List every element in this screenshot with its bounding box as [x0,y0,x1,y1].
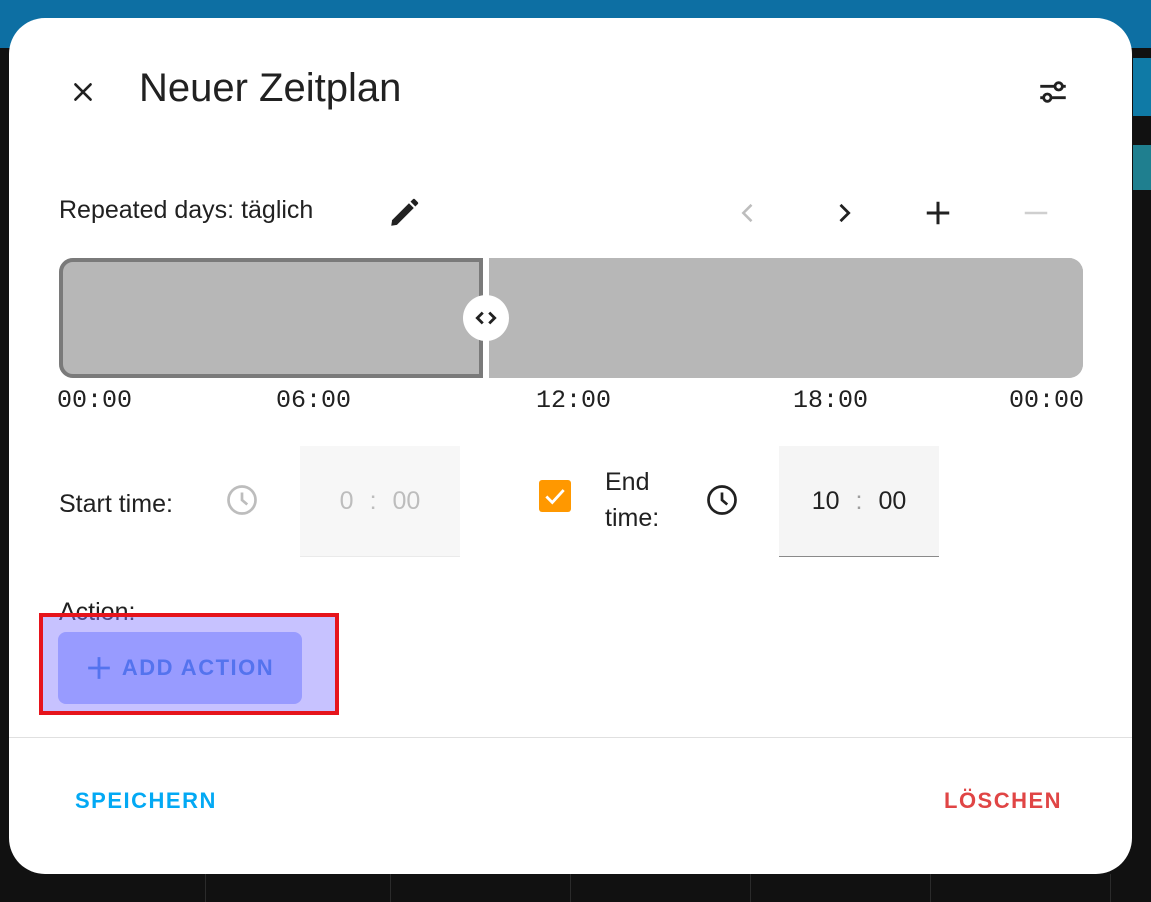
edit-days-button[interactable] [381,190,427,236]
repeated-days-label: Repeated days: täglich [59,196,314,224]
code-arrows-icon [475,311,497,325]
next-slot-button[interactable] [821,190,867,236]
chevron-right-icon [839,203,851,223]
close-icon [74,83,92,101]
save-button[interactable]: SPEICHERN [75,788,217,814]
background-grid-line [750,874,751,902]
timeline-slot[interactable] [489,258,1083,378]
end-time-input[interactable]: 10 : 00 [779,446,939,557]
timeline-tick-label: 12:00 [536,386,612,415]
background-grid-line [570,874,571,902]
timeline-tick-label: 00:00 [1009,386,1085,415]
timeline-tick-label: 06:00 [276,386,352,415]
check-icon [545,489,565,505]
minus-icon [1024,211,1048,215]
footer-divider [9,737,1132,738]
chevron-left-icon [741,203,753,223]
background-accent-block [1133,58,1151,116]
pencil-icon [391,198,419,226]
clock-icon [704,482,740,518]
tune-icon [1040,81,1066,103]
background-grid-line [1110,874,1111,902]
settings-button[interactable] [1031,70,1075,114]
previous-slot-button[interactable] [725,190,771,236]
time-separator: : [369,486,377,515]
background-grid-line [205,874,206,902]
background-grid-line [390,874,391,902]
timeline-slot-selected[interactable] [59,258,483,378]
end-time-label-line: time: [605,504,660,532]
dialog-title: Neuer Zeitplan [139,66,402,110]
add-action-button[interactable]: ADD ACTION [58,632,302,704]
time-separator: : [855,486,863,515]
background-grid-line [930,874,931,902]
plus-icon [86,655,112,681]
add-action-label: ADD ACTION [121,655,275,680]
timeline-tick-label: 18:00 [793,386,869,415]
end-time-label: End time: [605,464,659,536]
slot-resize-handle[interactable] [463,295,509,341]
schedule-timeline [59,258,1083,378]
background-accent-block [1133,145,1151,190]
end-time-hours: 10 [811,486,840,515]
schedule-dialog: Neuer Zeitplan Repeated days: täglich 00… [9,18,1132,874]
start-time-label: Start time: [59,490,173,518]
plus-icon [926,201,950,225]
end-time-label-line: End [605,468,650,496]
clock-icon [224,482,260,518]
close-button[interactable] [61,70,105,114]
end-time-checkbox[interactable] [539,480,571,512]
start-time-input[interactable]: 0 : 00 [300,446,460,557]
timeline-tick-label: 00:00 [57,386,133,415]
remove-slot-button[interactable] [1013,190,1059,236]
delete-button[interactable]: LÖSCHEN [944,788,1062,814]
start-time-hours: 0 [339,486,354,515]
add-slot-button[interactable] [915,190,961,236]
start-time-minutes: 00 [392,486,421,515]
end-time-minutes: 00 [878,486,907,515]
action-label: Action: [59,598,136,626]
